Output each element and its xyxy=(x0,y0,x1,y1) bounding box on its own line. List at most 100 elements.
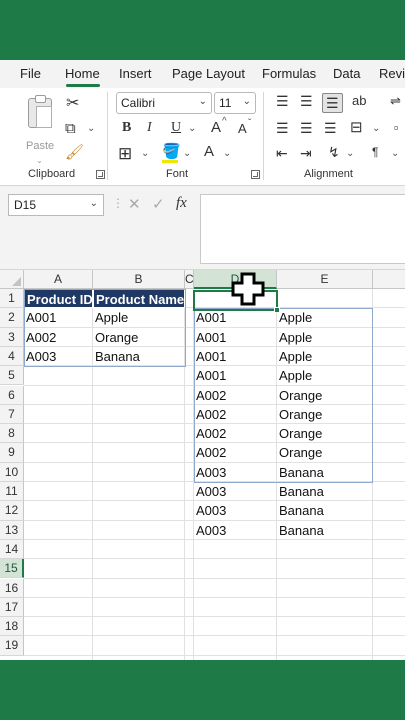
dialog-launcher-icon[interactable] xyxy=(251,170,260,179)
list-cell[interactable]: A001 xyxy=(194,347,277,366)
list-cell[interactable]: Apple xyxy=(277,308,373,327)
spreadsheet-grid[interactable]: A B C D E 1 2 3 4 5 6 7 8 9 10 11 12 13 14 15 16 17 18 19 … xyxy=(0,270,405,660)
fill-handle[interactable] xyxy=(274,307,280,313)
orientation-icon[interactable]: ab xyxy=(352,94,366,107)
fill-color-icon[interactable]: 🪣 xyxy=(162,144,181,159)
column-header-a[interactable]: A xyxy=(24,270,93,289)
row-header-1[interactable]: 1 xyxy=(0,289,24,309)
column-header-c[interactable]: C xyxy=(185,270,194,289)
formula-input[interactable] xyxy=(200,194,405,264)
table-cell[interactable]: Banana xyxy=(93,347,185,366)
list-cell[interactable]: A002 xyxy=(194,424,277,443)
row-header-13[interactable]: 13 xyxy=(0,520,24,540)
row-header-5[interactable]: 5 xyxy=(0,366,24,386)
row-header-3[interactable]: 3 xyxy=(0,327,24,347)
merge-center-icon[interactable]: ⊟ xyxy=(350,120,363,135)
font-color-button[interactable]: A xyxy=(204,144,214,159)
more-options-icon[interactable]: ⋮ xyxy=(112,196,124,210)
chevron-down-icon[interactable]: ⌄ xyxy=(183,149,191,159)
align-left-icon[interactable]: ☰ xyxy=(276,121,289,135)
table-cell[interactable]: A001 xyxy=(24,308,93,327)
list-cell[interactable]: Apple xyxy=(277,347,373,366)
name-box[interactable]: D15 ⌄ xyxy=(8,194,104,216)
borders-icon[interactable]: ⊞ xyxy=(118,145,132,162)
column-header-e[interactable]: E xyxy=(277,270,373,289)
underline-button[interactable]: U xyxy=(171,121,181,135)
font-size-dropdown[interactable]: 11 ⌄ xyxy=(214,92,256,114)
wrap-text-icon[interactable]: ⇌ xyxy=(390,94,401,107)
row-header-18[interactable]: 18 xyxy=(0,617,24,637)
list-cell[interactable]: Orange xyxy=(277,443,373,462)
list-cell[interactable]: Apple xyxy=(277,328,373,347)
tab-review[interactable]: Revi xyxy=(379,66,405,81)
row-header-17[interactable]: 17 xyxy=(0,597,24,618)
list-cell[interactable]: Banana xyxy=(277,501,373,520)
table-header-cell[interactable]: Product ID xyxy=(24,289,93,309)
row-header-11[interactable]: 11 xyxy=(0,482,24,502)
dialog-launcher-icon[interactable] xyxy=(96,170,105,179)
row-header-10[interactable]: 10 xyxy=(0,462,24,482)
increase-font-size-button[interactable]: A xyxy=(211,120,221,135)
copy-icon[interactable]: ⧉ xyxy=(65,121,76,136)
list-cell[interactable]: Banana xyxy=(277,482,373,501)
italic-button[interactable]: I xyxy=(147,121,152,135)
format-painter-icon[interactable]: 🖌 xyxy=(65,145,84,160)
chevron-down-icon[interactable]: ⌄ xyxy=(223,149,231,159)
column-header-b[interactable]: B xyxy=(93,270,185,289)
align-middle-icon[interactable]: ☰ xyxy=(300,94,313,108)
chevron-down-icon[interactable]: ⌄ xyxy=(188,124,196,134)
list-cell[interactable]: Banana xyxy=(277,463,373,482)
table-cell[interactable]: A003 xyxy=(24,347,93,366)
align-center-icon[interactable]: ☰ xyxy=(300,121,313,135)
list-cell[interactable]: Orange xyxy=(277,405,373,424)
table-cell[interactable]: A002 xyxy=(24,328,93,347)
row-header-8[interactable]: 8 xyxy=(0,424,24,444)
chevron-down-icon[interactable]: ⌄ xyxy=(141,149,149,159)
align-bottom-icon[interactable]: ☰ xyxy=(322,93,343,113)
row-header-7[interactable]: 7 xyxy=(0,404,24,425)
list-cell[interactable]: Banana xyxy=(277,521,373,540)
column-header-f[interactable] xyxy=(373,270,405,289)
cancel-icon[interactable]: ✕ xyxy=(128,195,141,213)
list-cell[interactable]: A001 xyxy=(194,366,277,385)
tab-page-layout[interactable]: Page Layout xyxy=(172,66,245,81)
chevron-down-icon[interactable]: ⌄ xyxy=(36,156,43,165)
chevron-down-icon[interactable]: ⌄ xyxy=(372,124,380,134)
row-header-14[interactable]: 14 xyxy=(0,539,24,560)
list-cell[interactable]: A003 xyxy=(194,521,277,540)
table-cell[interactable]: Orange xyxy=(93,328,185,347)
row-header-6[interactable]: 6 xyxy=(0,385,24,405)
list-cell[interactable]: A002 xyxy=(194,405,277,424)
list-cell[interactable]: A002 xyxy=(194,386,277,405)
row-header-16[interactable]: 16 xyxy=(0,578,24,598)
font-name-dropdown[interactable]: Calibri ⌄ xyxy=(116,92,212,114)
decrease-font-size-button[interactable]: A xyxy=(238,122,247,135)
row-header-19[interactable]: 19 xyxy=(0,636,24,656)
table-cell[interactable]: Apple xyxy=(93,308,185,327)
row-header-4[interactable]: 4 xyxy=(0,346,24,367)
tab-data[interactable]: Data xyxy=(333,66,360,81)
tab-home[interactable]: Home xyxy=(65,66,100,81)
list-cell[interactable]: Orange xyxy=(277,386,373,405)
tab-file[interactable]: File xyxy=(20,66,41,81)
select-all-corner[interactable] xyxy=(0,270,24,289)
paste-button[interactable]: Paste ⌄ xyxy=(24,95,56,165)
cut-icon[interactable]: ✂ xyxy=(66,96,79,112)
align-top-icon[interactable]: ☰ xyxy=(276,94,289,108)
chevron-down-icon[interactable]: ⌄ xyxy=(87,124,95,134)
decrease-indent-icon[interactable]: ⇤ xyxy=(276,146,288,160)
list-cell[interactable]: A002 xyxy=(194,443,277,462)
list-cell[interactable]: A001 xyxy=(194,308,277,327)
list-cell[interactable]: A003 xyxy=(194,463,277,482)
bold-button[interactable]: B xyxy=(122,121,131,135)
row-header-12[interactable]: 12 xyxy=(0,501,24,521)
row-header-15[interactable]: 15 xyxy=(0,559,24,579)
list-cell[interactable]: A003 xyxy=(194,482,277,501)
more-icon[interactable]: ▫ xyxy=(394,121,399,134)
row-header-9[interactable]: 9 xyxy=(0,443,24,463)
tab-formulas[interactable]: Formulas xyxy=(262,66,316,81)
increase-indent-icon[interactable]: ⇥ xyxy=(300,146,312,160)
tab-insert[interactable]: Insert xyxy=(119,66,152,81)
list-cell[interactable]: A001 xyxy=(194,328,277,347)
list-cell[interactable]: Orange xyxy=(277,424,373,443)
